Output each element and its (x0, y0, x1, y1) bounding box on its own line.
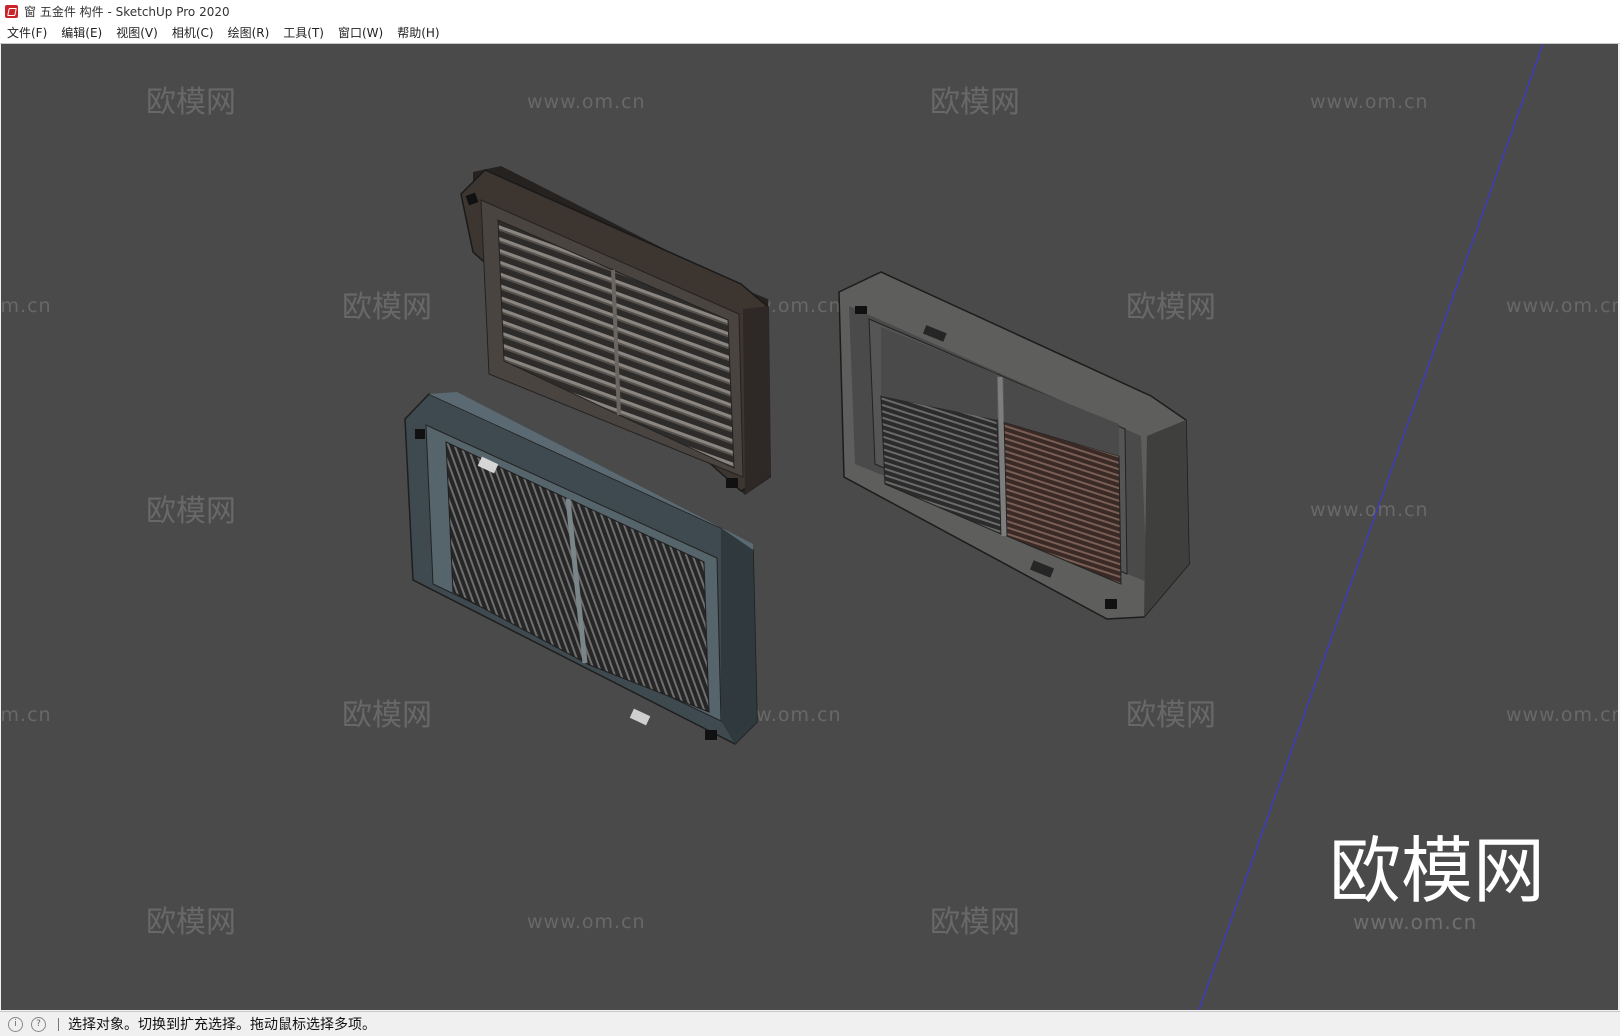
menu-edit[interactable]: 编辑(E) (54, 24, 109, 41)
menu-tools[interactable]: 工具(T) (276, 24, 331, 41)
menu-window[interactable]: 窗口(W) (331, 24, 390, 41)
watermark-url: www.om.cn (1506, 704, 1618, 726)
watermark-text: 欧模网 (1126, 698, 1216, 733)
watermark-text: 欧模网 (146, 905, 236, 940)
help-icon[interactable]: ? (31, 1016, 46, 1032)
watermarks: 欧模网 www.om.cn 欧模网 www.om.cn 欧模网 www.om.c… (1, 85, 1618, 940)
watermark-text: 欧模网 (930, 85, 1020, 120)
watermark-url: www.om.cn (1310, 499, 1429, 521)
window-title: 窗 五金件 构件 - SketchUp Pro 2020 (24, 4, 230, 19)
menu-bar: 文件(F) 编辑(E) 视图(V) 相机(C) 绘图(R) 工具(T) 窗口(W… (0, 22, 1620, 44)
omn-logo-text: 欧模网 (1329, 829, 1545, 913)
watermark-text: 欧模网 (146, 85, 236, 120)
watermark-text: 欧模网 (146, 494, 236, 529)
menu-camera[interactable]: 相机(C) (165, 24, 221, 41)
watermark-url: www.om.cn (1310, 91, 1429, 113)
watermark-text: 欧模网 (342, 698, 432, 733)
model-viewport[interactable]: 欧模网 www.om.cn 欧模网 www.om.cn 欧模网 www.om.c… (1, 44, 1618, 1010)
watermark-url: www.om.cn (1, 704, 52, 726)
menu-draw[interactable]: 绘图(R) (221, 24, 277, 41)
watermark-url: www.om.cn (527, 91, 646, 113)
watermark-text: 欧模网 (1126, 290, 1216, 325)
watermark-url: www.om.cn (527, 911, 646, 933)
status-divider (58, 1017, 59, 1031)
menu-help[interactable]: 帮助(H) (390, 24, 446, 41)
watermark-url: www.om.cn (1, 295, 52, 317)
info-icon[interactable]: i (8, 1016, 23, 1032)
title-bar: 窗 五金件 构件 - SketchUp Pro 2020 (0, 0, 1620, 22)
watermark-text: 欧模网 (930, 905, 1020, 940)
omn-logo-url: www.om.cn (1353, 910, 1477, 934)
sketchup-icon (5, 4, 18, 18)
watermark-url: www.om.cn (1506, 295, 1618, 317)
3d-scene: 欧模网 www.om.cn 欧模网 www.om.cn 欧模网 www.om.c… (1, 44, 1618, 1010)
watermark-text: 欧模网 (342, 290, 432, 325)
status-bar: i ? 选择对象。切换到扩充选择。拖动鼠标选择多项。 (0, 1011, 1620, 1036)
status-text: 选择对象。切换到扩充选择。拖动鼠标选择多项。 (68, 1017, 376, 1033)
menu-file[interactable]: 文件(F) (0, 24, 54, 41)
menu-view[interactable]: 视图(V) (109, 24, 165, 41)
